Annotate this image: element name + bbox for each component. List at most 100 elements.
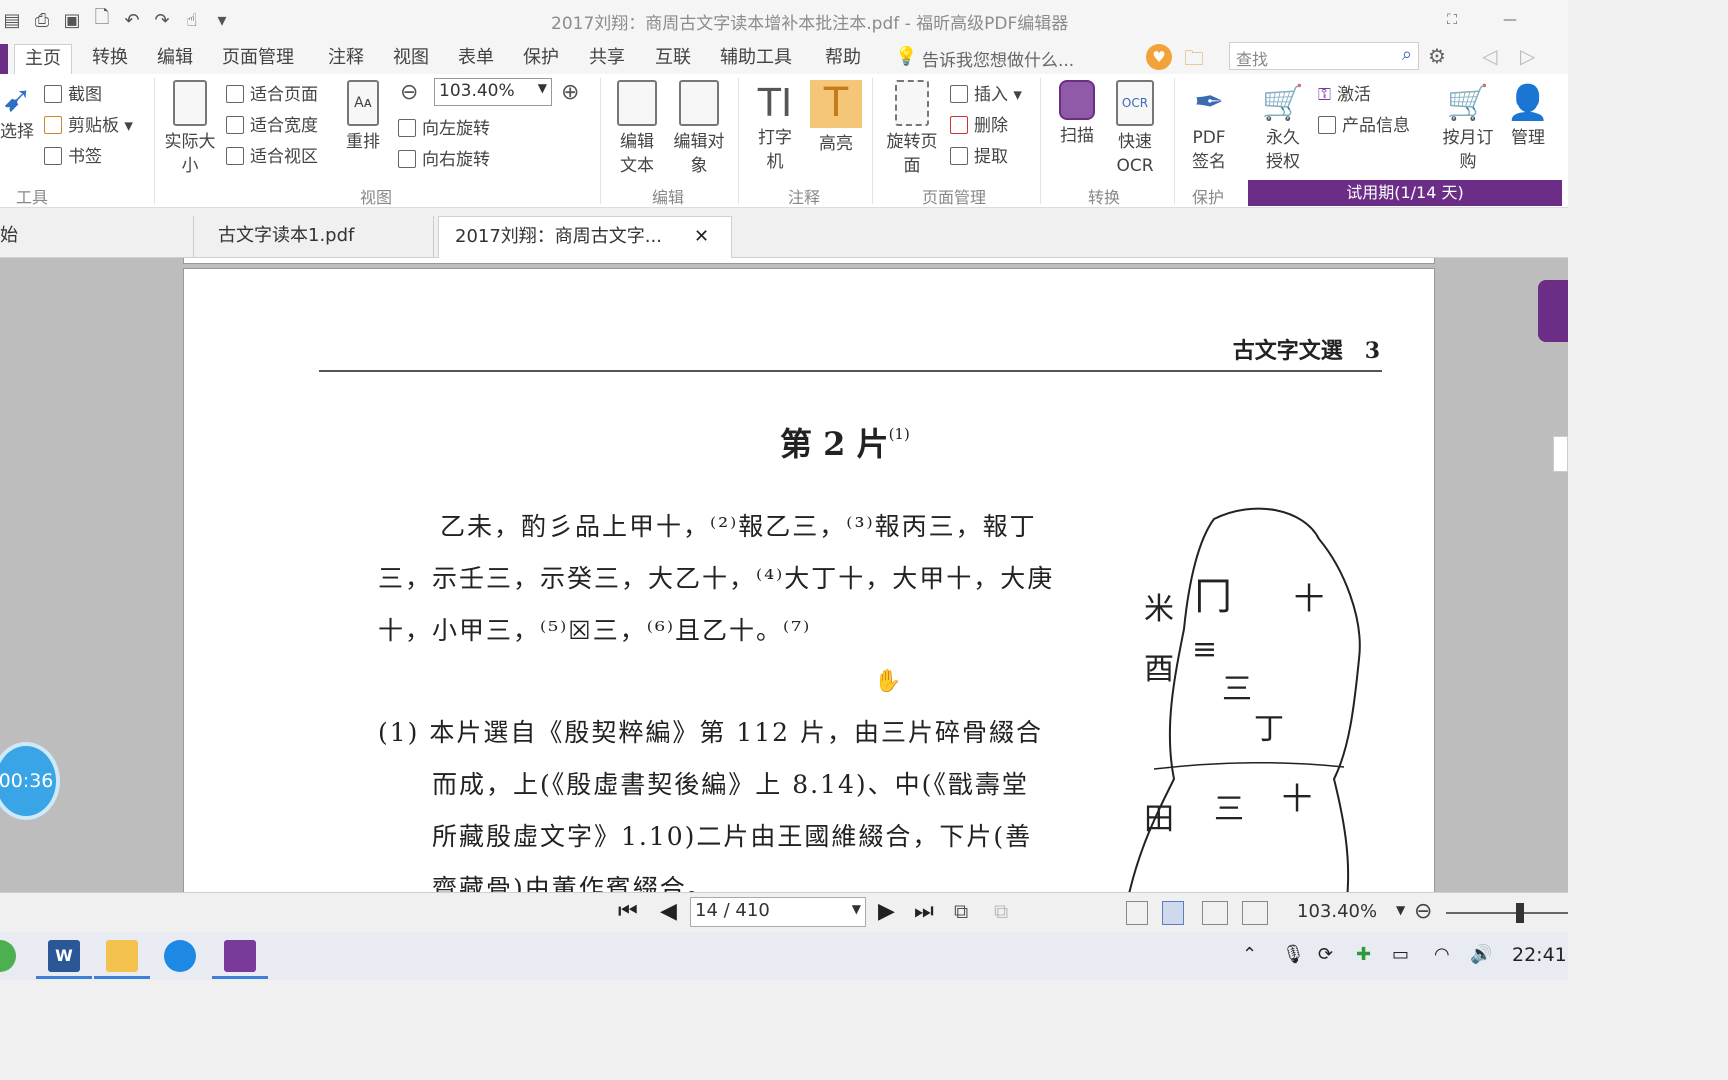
previous-view-icon[interactable]: ⧉ xyxy=(954,899,968,923)
tab-accessibility[interactable]: 辅助工具 xyxy=(720,44,792,74)
zoom-out-icon[interactable]: ⊖ xyxy=(1414,899,1432,924)
tab-start[interactable]: 始 xyxy=(0,216,194,258)
fit-width-button[interactable]: 适合宽度 xyxy=(226,111,318,136)
delete-button[interactable]: 删除 xyxy=(950,111,1008,136)
sync-icon[interactable]: ⟳ xyxy=(1318,944,1333,965)
trial-banner[interactable]: 试用期(1/14 天) xyxy=(1248,180,1562,206)
previous-page-icon[interactable]: ◀ xyxy=(660,899,677,924)
wechat-app-icon[interactable] xyxy=(0,940,16,972)
highlight-icon[interactable]: T xyxy=(810,80,862,128)
screenshot-button[interactable]: 截图 xyxy=(44,80,102,105)
wifi-icon[interactable]: ◠ xyxy=(1434,944,1450,965)
search-input[interactable]: 查找 ⌕ xyxy=(1229,42,1419,70)
back-arrow-icon[interactable]: ◁ xyxy=(1482,44,1497,68)
typewriter-button[interactable]: TI 打字机 xyxy=(752,80,798,174)
first-page-icon[interactable]: ⏮ xyxy=(618,899,638,924)
fit-page-button[interactable]: 适合页面 xyxy=(226,80,318,105)
rotate-right-button[interactable]: 向右旋转 xyxy=(398,145,490,170)
edge-browser-icon[interactable] xyxy=(164,940,196,972)
tab-edit[interactable]: 编辑 xyxy=(157,44,193,74)
tab-connect[interactable]: 互联 xyxy=(655,44,691,74)
tab-home[interactable]: 主页 xyxy=(14,44,72,74)
clipboard-button[interactable]: 剪贴板 ▾ xyxy=(44,111,133,136)
tell-me-input[interactable]: 告诉我您想做什么... xyxy=(922,46,1074,71)
battery-icon[interactable]: ▭ xyxy=(1392,944,1409,965)
settings-gear-icon[interactable]: ⚙ xyxy=(1428,44,1446,68)
zoom-slider-thumb[interactable] xyxy=(1516,903,1524,923)
permanent-license-button[interactable]: 🛒 永久授权 xyxy=(1258,80,1308,174)
tips-side-tab[interactable] xyxy=(1538,280,1568,342)
customize-dropdown-icon[interactable]: ▾ xyxy=(210,8,234,32)
quick-ocr-button[interactable]: OCR 快速OCR xyxy=(1110,80,1160,178)
redo-icon[interactable]: ↷ xyxy=(150,8,174,32)
pdf-page[interactable]: 古文字文選 3 第 2 片(1) 乙未，酌彡品上甲十，⁽²⁾報乙三，⁽³⁾報丙三… xyxy=(183,268,1435,892)
activate-button[interactable]: ⚿ 激活 xyxy=(1318,80,1371,105)
single-page-view-icon[interactable] xyxy=(1126,901,1148,925)
tab-view[interactable]: 视图 xyxy=(393,44,429,74)
side-panel-handle[interactable] xyxy=(1553,436,1568,472)
rotate-pages-button[interactable]: 旋转页面 xyxy=(882,80,942,178)
forward-arrow-icon[interactable]: ▷ xyxy=(1520,44,1535,68)
next-page-icon[interactable]: ▶ xyxy=(878,899,895,924)
tab-form[interactable]: 表单 xyxy=(458,44,494,74)
bookmark-button[interactable]: 书签 xyxy=(44,142,102,167)
product-info-button[interactable]: 产品信息 xyxy=(1318,111,1410,136)
microphone-icon[interactable]: 🎙 xyxy=(1282,944,1305,965)
select-tool-button[interactable]: ➹ 选择 xyxy=(0,80,34,144)
facing-view-icon[interactable] xyxy=(1202,901,1228,925)
tab-help[interactable]: 帮助 xyxy=(825,44,861,74)
volume-icon[interactable]: 🔊 xyxy=(1470,944,1492,965)
undo-icon[interactable]: ↶ xyxy=(120,8,144,32)
system-clock[interactable]: 22:41 xyxy=(1512,944,1567,966)
rotate-left-button[interactable]: 向左旋转 xyxy=(398,114,490,139)
scan-button[interactable]: 扫描 xyxy=(1054,80,1100,148)
continuous-facing-view-icon[interactable] xyxy=(1242,901,1268,925)
highlight-button[interactable]: 高亮 xyxy=(810,132,862,156)
edit-text-button[interactable]: 编辑文本 xyxy=(614,80,660,178)
folder-search-icon[interactable]: 🗀 xyxy=(1184,44,1204,78)
reflow-button[interactable]: Aᴀ 重排 xyxy=(342,80,384,154)
zoom-select[interactable]: 103.40% ▼ xyxy=(434,78,552,106)
fit-visible-button[interactable]: 适合视区 xyxy=(226,142,318,167)
zoom-level-readout[interactable]: 103.40% xyxy=(1297,901,1377,922)
file-tab[interactable] xyxy=(0,44,8,74)
document-viewport[interactable]: 古文字文選 3 第 2 片(1) 乙未，酌彡品上甲十，⁽²⁾報乙三，⁽³⁾報丙三… xyxy=(0,258,1568,892)
file-explorer-icon[interactable] xyxy=(106,940,138,972)
new-document-icon[interactable]: 🗋 xyxy=(90,7,114,32)
heart-icon[interactable]: ♥ xyxy=(1146,44,1172,70)
tab-convert[interactable]: 转换 xyxy=(92,44,128,74)
tray-expand-icon[interactable]: ⌃ xyxy=(1242,944,1257,965)
edit-object-button[interactable]: 编辑对象 xyxy=(668,80,730,178)
last-page-icon[interactable]: ⏭ xyxy=(914,899,934,924)
glyph: 田 xyxy=(1144,802,1174,837)
restore-layout-icon[interactable]: ⛶ xyxy=(1437,8,1467,32)
security-app-icon[interactable]: ✚ xyxy=(1356,944,1371,965)
tab-share[interactable]: 共享 xyxy=(589,44,625,74)
tab-current-document[interactable]: 2017刘翔：商周古文字... ✕ xyxy=(438,216,732,258)
manage-button[interactable]: 👤 管理 xyxy=(1502,80,1554,150)
continuous-view-icon[interactable] xyxy=(1162,901,1184,925)
extract-button[interactable]: 提取 xyxy=(950,142,1008,167)
minimize-button[interactable]: — xyxy=(1495,8,1525,32)
tab-protect[interactable]: 保护 xyxy=(523,44,559,74)
tab-comment[interactable]: 注释 xyxy=(328,44,364,74)
zoom-dropdown-icon[interactable]: ▼ xyxy=(1396,903,1405,917)
next-view-icon[interactable]: ⧉ xyxy=(994,899,1008,923)
print-icon[interactable]: ⎙ xyxy=(30,8,54,32)
actual-size-button[interactable]: 实际大小 xyxy=(164,80,216,178)
zoom-in-icon[interactable]: ⊕ xyxy=(561,80,579,105)
foxit-pdf-app-icon[interactable] xyxy=(224,940,256,972)
tab-page-management[interactable]: 页面管理 xyxy=(222,44,294,74)
search-icon[interactable]: ⌕ xyxy=(1402,44,1412,65)
page-number-field[interactable]: 14 / 410 ▼ xyxy=(690,897,866,927)
word-app-icon[interactable]: W xyxy=(48,940,80,972)
pdf-sign-button[interactable]: ✒ PDF签名 xyxy=(1184,80,1234,174)
hand-tool-icon[interactable]: ☝ xyxy=(180,8,204,32)
scan-copy-icon[interactable]: ▣ xyxy=(60,8,84,32)
zoom-slider[interactable] xyxy=(1446,912,1568,914)
monthly-subscription-button[interactable]: 🛒 按月订购 xyxy=(1442,80,1494,174)
zoom-out-icon[interactable]: ⊖ xyxy=(400,80,418,105)
insert-button[interactable]: 插入 ▾ xyxy=(950,80,1022,105)
tab-document-1[interactable]: 古文字读本1.pdf xyxy=(202,216,434,258)
close-icon[interactable]: ✕ xyxy=(694,226,709,247)
